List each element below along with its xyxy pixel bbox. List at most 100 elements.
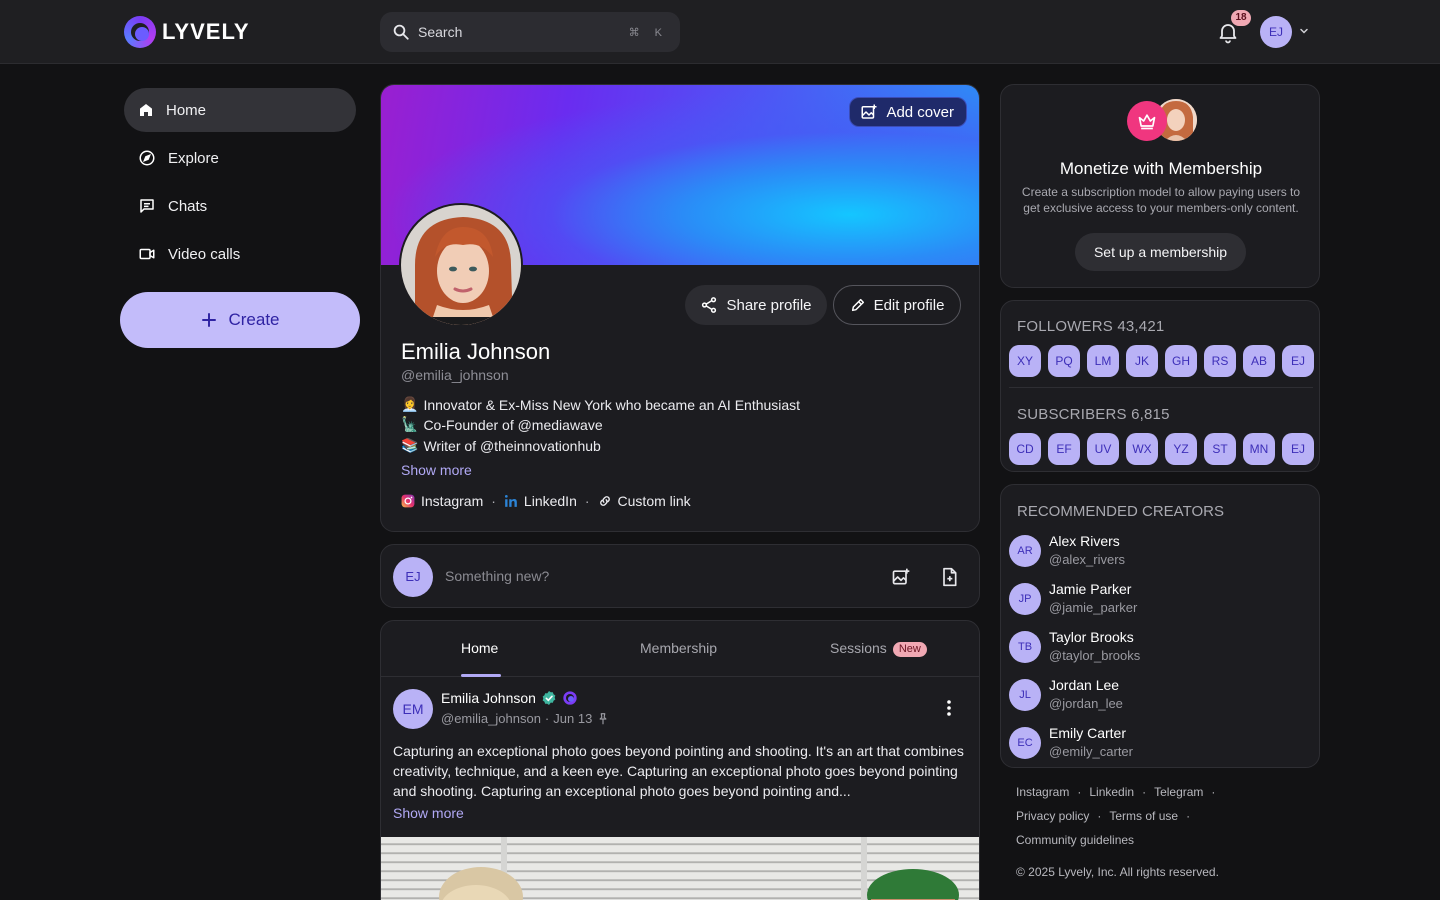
separator-dot: · — [1077, 785, 1082, 799]
create-button-label: Create — [228, 310, 280, 329]
footer-link-instagram[interactable]: Instagram — [1016, 785, 1069, 799]
follower-chip[interactable]: AB — [1243, 345, 1275, 377]
add-cover-label: Add cover — [886, 103, 954, 121]
subscriber-chip[interactable]: YZ — [1165, 433, 1197, 465]
creator-name: Alex Rivers — [1049, 533, 1120, 549]
creator-avatar: TB — [1009, 631, 1041, 663]
linkedin-label: LinkedIn — [523, 493, 577, 509]
composer-input[interactable]: Something new? — [445, 568, 549, 584]
creator-name: Jamie Parker — [1049, 581, 1132, 597]
creator-item[interactable]: EC Emily Carter @emily_carter — [1009, 725, 1309, 765]
post-author: Emilia Johnson — [441, 690, 578, 706]
separator-dot: · — [491, 493, 496, 509]
image-plus-icon — [861, 104, 877, 119]
logo-mark-icon — [124, 16, 156, 48]
linkedin-link[interactable]: LinkedIn — [504, 493, 577, 509]
creator-item[interactable]: TB Taylor Brooks @taylor_brooks — [1009, 629, 1309, 669]
subscribers-title: SUBSCRIBERS 6,815 — [1017, 406, 1170, 423]
subscriber-chip[interactable]: MN — [1243, 433, 1275, 465]
follower-chip[interactable]: XY — [1009, 345, 1041, 377]
brand-badge-icon — [563, 691, 577, 705]
user-avatar[interactable]: EJ — [1260, 16, 1292, 48]
recommended-title: RECOMMENDED CREATORS — [1017, 503, 1224, 520]
creator-name: Jordan Lee — [1049, 677, 1120, 693]
bio-text: Co-Founder of @mediawave — [423, 416, 603, 433]
post-author-avatar[interactable]: EM — [393, 689, 433, 729]
logo[interactable]: LYVELY — [124, 16, 250, 48]
instagram-label: Instagram — [421, 493, 484, 509]
footer-links-row: Instagram · Linkedin · Telegram · — [1016, 785, 1215, 799]
follower-chip[interactable]: GH — [1165, 345, 1197, 377]
tab-home[interactable]: Home — [461, 640, 498, 656]
follower-chip[interactable]: LM — [1087, 345, 1119, 377]
creator-item[interactable]: JL Jordan Lee @jordan_lee — [1009, 677, 1309, 717]
subscriber-chip[interactable]: EF — [1048, 433, 1080, 465]
follower-chip[interactable]: EJ — [1282, 345, 1314, 377]
separator-dot: · — [1097, 809, 1102, 823]
tab-membership[interactable]: Membership — [640, 640, 717, 656]
followers-chips: XY PQ LM JK GH RS AB EJ — [1009, 345, 1314, 377]
create-button[interactable]: Create — [120, 292, 360, 348]
chevron-down-icon[interactable] — [1298, 25, 1310, 37]
sidebar-item-label: Home — [166, 101, 207, 119]
footer-link-guidelines[interactable]: Community guidelines — [1016, 833, 1134, 847]
share-profile-button[interactable]: Share profile — [685, 285, 827, 325]
creator-avatar: JP — [1009, 583, 1041, 615]
creator-handle: @alex_rivers — [1049, 552, 1126, 567]
creator-name: Emily Carter — [1049, 725, 1127, 741]
compass-icon — [139, 150, 155, 166]
subscriber-chip[interactable]: EJ — [1282, 433, 1314, 465]
creator-item[interactable]: AR Alex Rivers @alex_rivers — [1009, 533, 1309, 573]
bio-emoji: 🗽 — [401, 416, 419, 432]
search-bar[interactable]: Search ⌘ K — [380, 12, 680, 52]
footer-link-privacy[interactable]: Privacy policy — [1016, 809, 1089, 823]
follower-chip[interactable]: PQ — [1048, 345, 1080, 377]
post-show-more-link[interactable]: Show more — [393, 805, 464, 821]
profile-photo[interactable] — [399, 203, 523, 327]
footer-link-terms[interactable]: Terms of use — [1109, 809, 1178, 823]
sidebar-item-chats[interactable]: Chats — [124, 184, 356, 228]
sidebar-item-video-calls[interactable]: Video calls — [124, 232, 356, 276]
sidebar-item-home[interactable]: Home — [124, 88, 356, 132]
add-image-icon[interactable] — [891, 567, 911, 587]
membership-promo-card: Monetize with Membership Create a subscr… — [1000, 84, 1320, 288]
footer-link-linkedin[interactable]: Linkedin — [1089, 785, 1134, 799]
add-file-icon[interactable] — [939, 567, 959, 587]
subscriber-chip[interactable]: ST — [1204, 433, 1236, 465]
follower-chip[interactable]: RS — [1204, 345, 1236, 377]
plus-icon — [202, 313, 217, 327]
instagram-icon — [401, 494, 415, 508]
tab-sessions-label: Sessions — [830, 640, 887, 656]
profile-name: Emilia Johnson — [401, 339, 551, 364]
creator-item[interactable]: JP Jamie Parker @jamie_parker — [1009, 581, 1309, 621]
home-icon — [140, 104, 152, 116]
sidebar-item-label: Explore — [168, 149, 219, 167]
set-up-membership-button[interactable]: Set up a membership — [1075, 233, 1246, 271]
edit-profile-button[interactable]: Edit profile — [833, 285, 961, 325]
active-tab-indicator — [461, 674, 501, 677]
bio-line: 👩‍💼 Innovator & Ex-Miss New York who bec… — [401, 396, 800, 413]
add-cover-button[interactable]: Add cover — [849, 97, 967, 127]
promo-title: Monetize with Membership — [1059, 159, 1263, 178]
footer-link-telegram[interactable]: Telegram — [1154, 785, 1203, 799]
top-bar: LYVELY Search ⌘ K 18 EJ — [0, 0, 1440, 64]
promo-description: Create a subscription model to allow pay… — [1021, 185, 1301, 215]
bio-show-more-link[interactable]: Show more — [401, 462, 472, 478]
tab-sessions[interactable]: Sessions New — [830, 640, 927, 657]
separator-dot: · — [1142, 785, 1147, 799]
audience-stats-card: FOLLOWERS 43,421 XY PQ LM JK GH RS AB EJ… — [1000, 300, 1320, 472]
custom-link[interactable]: Custom link — [598, 493, 691, 509]
pencil-icon — [851, 298, 864, 312]
follower-chip[interactable]: JK — [1126, 345, 1158, 377]
post-image[interactable] — [381, 837, 979, 900]
subscriber-chip[interactable]: WX — [1126, 433, 1158, 465]
separator-dot: · — [1186, 809, 1191, 823]
subscriber-chip[interactable]: UV — [1087, 433, 1119, 465]
subscriber-chip[interactable]: CD — [1009, 433, 1041, 465]
sidebar-item-explore[interactable]: Explore — [124, 136, 356, 180]
bio-emoji: 👩‍💼 — [401, 396, 419, 412]
post-author-name[interactable]: Emilia Johnson — [441, 690, 536, 706]
more-options-icon[interactable] — [943, 699, 955, 717]
instagram-link[interactable]: Instagram — [401, 493, 483, 509]
post-composer[interactable]: EJ Something new? — [380, 544, 980, 608]
